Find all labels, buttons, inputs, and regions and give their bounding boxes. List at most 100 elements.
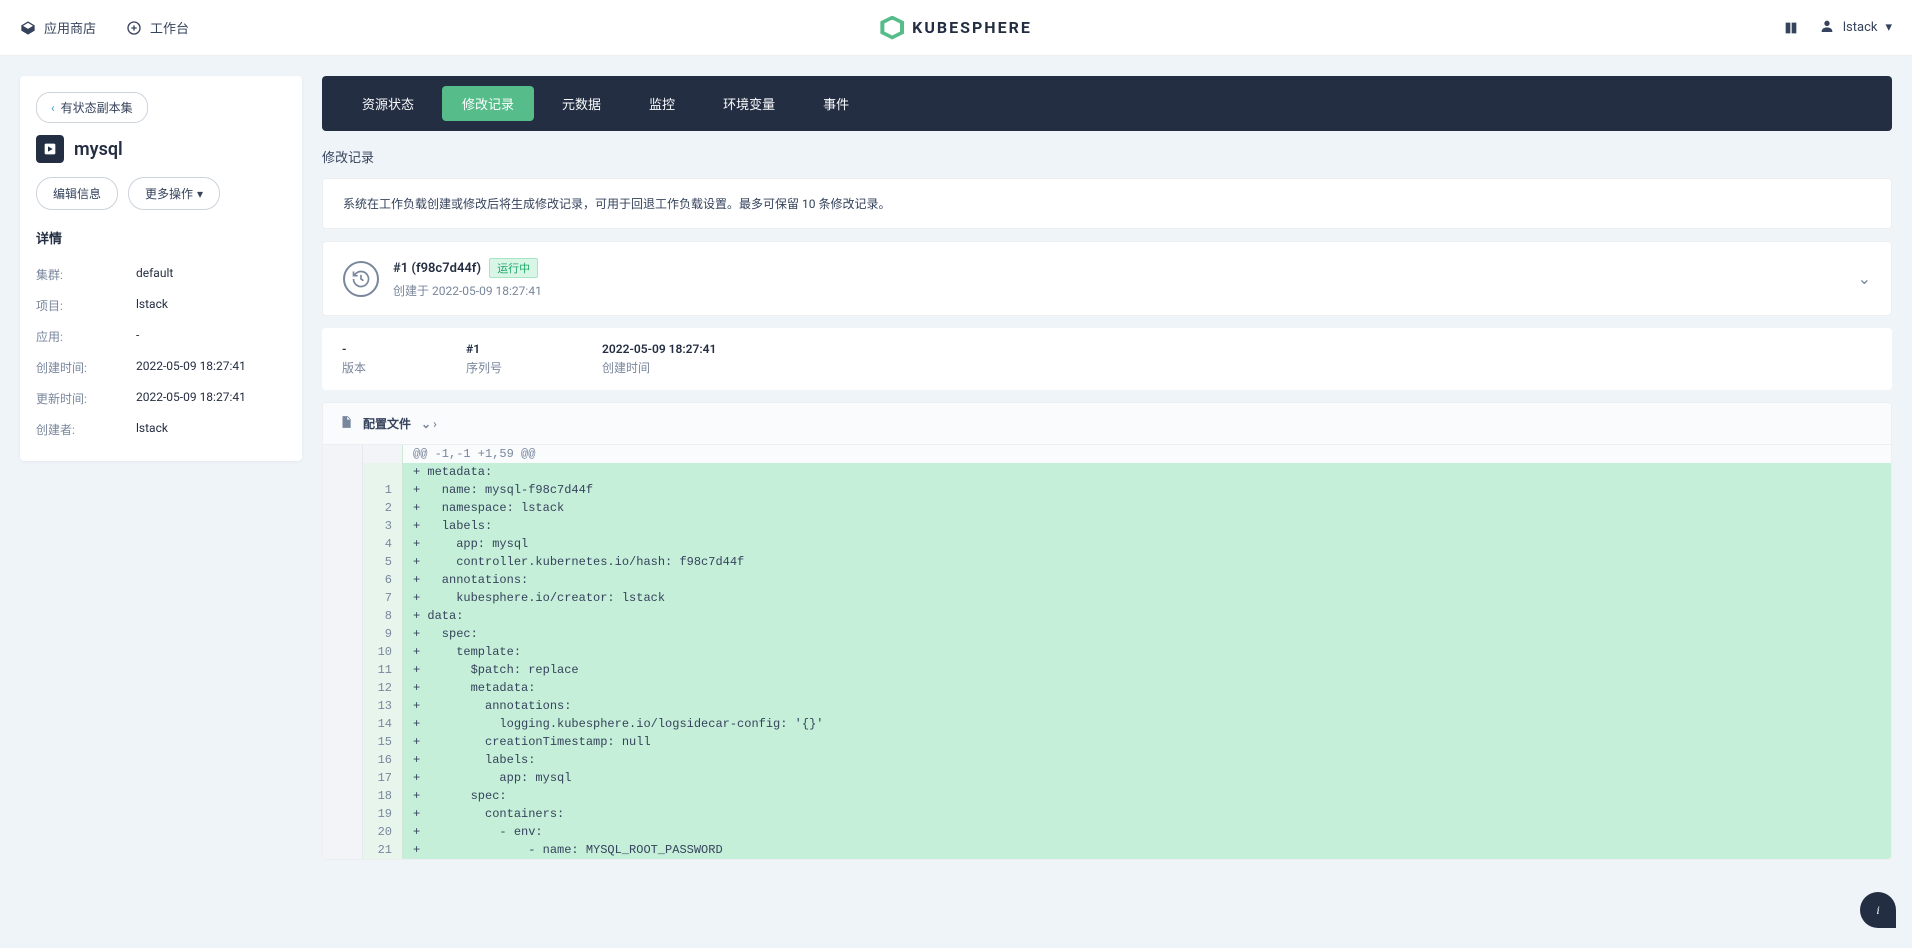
back-link[interactable]: ‹ 有状态副本集 <box>36 92 148 123</box>
diff-line: 11+ $patch: replace <box>323 661 1891 679</box>
chevron-down-icon[interactable]: ⌄ <box>1858 269 1871 288</box>
line-number: 1 <box>363 481 403 499</box>
chevron-left-icon: ‹ <box>51 101 55 115</box>
diff-code: + creationTimestamp: null <box>403 733 1891 751</box>
tab-0[interactable]: 资源状态 <box>342 86 434 121</box>
diff-code: + logging.kubesphere.io/logsidecar-confi… <box>403 715 1891 733</box>
detail-row: 项目:lstack <box>36 290 286 321</box>
tab-5[interactable]: 事件 <box>803 86 869 121</box>
line-number: 9 <box>363 625 403 643</box>
diff-code: + metadata: <box>403 463 1891 481</box>
diff-code: + - env: <box>403 823 1891 841</box>
brand[interactable]: KUBESPHERE <box>880 16 1032 40</box>
diff-line: 20+ - env: <box>323 823 1891 841</box>
content-title: 修改记录 <box>322 147 1892 166</box>
line-number: 12 <box>363 679 403 697</box>
tab-4[interactable]: 环境变量 <box>703 86 795 121</box>
diff-code: + spec: <box>403 787 1891 805</box>
diff-code: + annotations: <box>403 697 1891 715</box>
meta-val: - <box>342 342 366 356</box>
help-fab[interactable]: i <box>1860 892 1896 928</box>
diff-line: 18+ spec: <box>323 787 1891 805</box>
diff-panel: 配置文件 ⌄ › @@ -1,-1 +1,59 @@+ metadata:1+ … <box>322 402 1892 860</box>
workspace-icon <box>126 20 142 36</box>
diff-line: 10+ template: <box>323 643 1891 661</box>
main: 资源状态修改记录元数据监控环境变量事件 修改记录 系统在工作负载创建或修改后将生… <box>322 76 1892 860</box>
user-name: lstack <box>1843 20 1878 35</box>
brand-text: KUBESPHERE <box>912 18 1032 37</box>
diff-line: 19+ containers: <box>323 805 1891 823</box>
tab-2[interactable]: 元数据 <box>542 86 621 121</box>
diff-code: + labels: <box>403 751 1891 769</box>
line-number <box>363 463 403 481</box>
diff-line: + metadata: <box>323 463 1891 481</box>
diff-line: 6+ annotations: <box>323 571 1891 589</box>
diff-line: 1+ name: mysql-f98c7d44f <box>323 481 1891 499</box>
topbar-left: 应用商店 工作台 <box>20 18 189 37</box>
line-number: 8 <box>363 607 403 625</box>
diff-code: + controller.kubernetes.io/hash: f98c7d4… <box>403 553 1891 571</box>
detail-list: 集群:default项目:lstack应用:-创建时间:2022-05-09 1… <box>36 259 286 445</box>
line-number: 10 <box>363 643 403 661</box>
line-number: 14 <box>363 715 403 733</box>
appstore-link[interactable]: 应用商店 <box>20 18 96 37</box>
line-number: 21 <box>363 841 403 859</box>
docs-icon[interactable] <box>1783 20 1799 36</box>
detail-val: default <box>136 266 173 283</box>
tab-1[interactable]: 修改记录 <box>442 86 534 121</box>
edit-info-button[interactable]: 编辑信息 <box>36 177 118 210</box>
detail-row: 应用:- <box>36 321 286 352</box>
diff-line: 4+ app: mysql <box>323 535 1891 553</box>
tab-3[interactable]: 监控 <box>629 86 695 121</box>
diff-header[interactable]: 配置文件 ⌄ › <box>323 403 1891 445</box>
diff-code: + labels: <box>403 517 1891 535</box>
line-number: 15 <box>363 733 403 751</box>
revision-card[interactable]: #1 (f98c7d44f) 运行中 创建于 2022-05-09 18:27:… <box>322 241 1892 316</box>
diff-line: 8+ data: <box>323 607 1891 625</box>
diff-code: + annotations: <box>403 571 1891 589</box>
diff-code: + $patch: replace <box>403 661 1891 679</box>
detail-key: 应用: <box>36 328 136 345</box>
brand-logo-icon <box>880 16 904 40</box>
meta-label: 版本 <box>342 359 366 376</box>
diff-code: + app: mysql <box>403 535 1891 553</box>
detail-key: 项目: <box>36 297 136 314</box>
meta-val: 2022-05-09 18:27:41 <box>602 342 716 356</box>
detail-val: lstack <box>136 297 168 314</box>
detail-key: 集群: <box>36 266 136 283</box>
line-number: 11 <box>363 661 403 679</box>
diff-line: 15+ creationTimestamp: null <box>323 733 1891 751</box>
workspace-link[interactable]: 工作台 <box>126 18 189 37</box>
resource-title: mysql <box>36 135 286 163</box>
detail-val: - <box>136 328 139 345</box>
meta-label: 序列号 <box>466 359 502 376</box>
diff-code: + spec: <box>403 625 1891 643</box>
detail-val: 2022-05-09 18:27:41 <box>136 359 246 376</box>
line-number: 6 <box>363 571 403 589</box>
revision-body: #1 (f98c7d44f) 运行中 创建于 2022-05-09 18:27:… <box>393 258 1844 299</box>
workspace-label: 工作台 <box>150 18 189 37</box>
meta-item: 2022-05-09 18:27:41 创建时间 <box>602 342 716 376</box>
back-label: 有状态副本集 <box>61 99 133 116</box>
more-actions-button[interactable]: 更多操作 ▾ <box>128 177 220 210</box>
detail-val: lstack <box>136 421 168 438</box>
meta-val: #1 <box>466 342 502 356</box>
detail-row: 创建时间:2022-05-09 18:27:41 <box>36 352 286 383</box>
detail-row: 更新时间:2022-05-09 18:27:41 <box>36 383 286 414</box>
tabs: 资源状态修改记录元数据监控环境变量事件 <box>322 76 1892 131</box>
diff-line: 12+ metadata: <box>323 679 1891 697</box>
diff-line: 7+ kubesphere.io/creator: lstack <box>323 589 1891 607</box>
topbar-right: lstack ▾ <box>1783 18 1892 38</box>
appstore-icon <box>20 20 36 36</box>
meta-label: 创建时间 <box>602 359 716 376</box>
user-menu[interactable]: lstack ▾ <box>1819 18 1892 38</box>
diff-code: + metadata: <box>403 679 1891 697</box>
user-icon <box>1819 18 1835 38</box>
detail-val: 2022-05-09 18:27:41 <box>136 390 246 407</box>
revision-created: 创建于 2022-05-09 18:27:41 <box>393 282 1844 299</box>
status-badge: 运行中 <box>489 258 538 278</box>
diff-toggle[interactable]: ⌄ › <box>421 417 437 431</box>
diff-line: 14+ logging.kubesphere.io/logsidecar-con… <box>323 715 1891 733</box>
line-number: 19 <box>363 805 403 823</box>
detail-row: 集群:default <box>36 259 286 290</box>
